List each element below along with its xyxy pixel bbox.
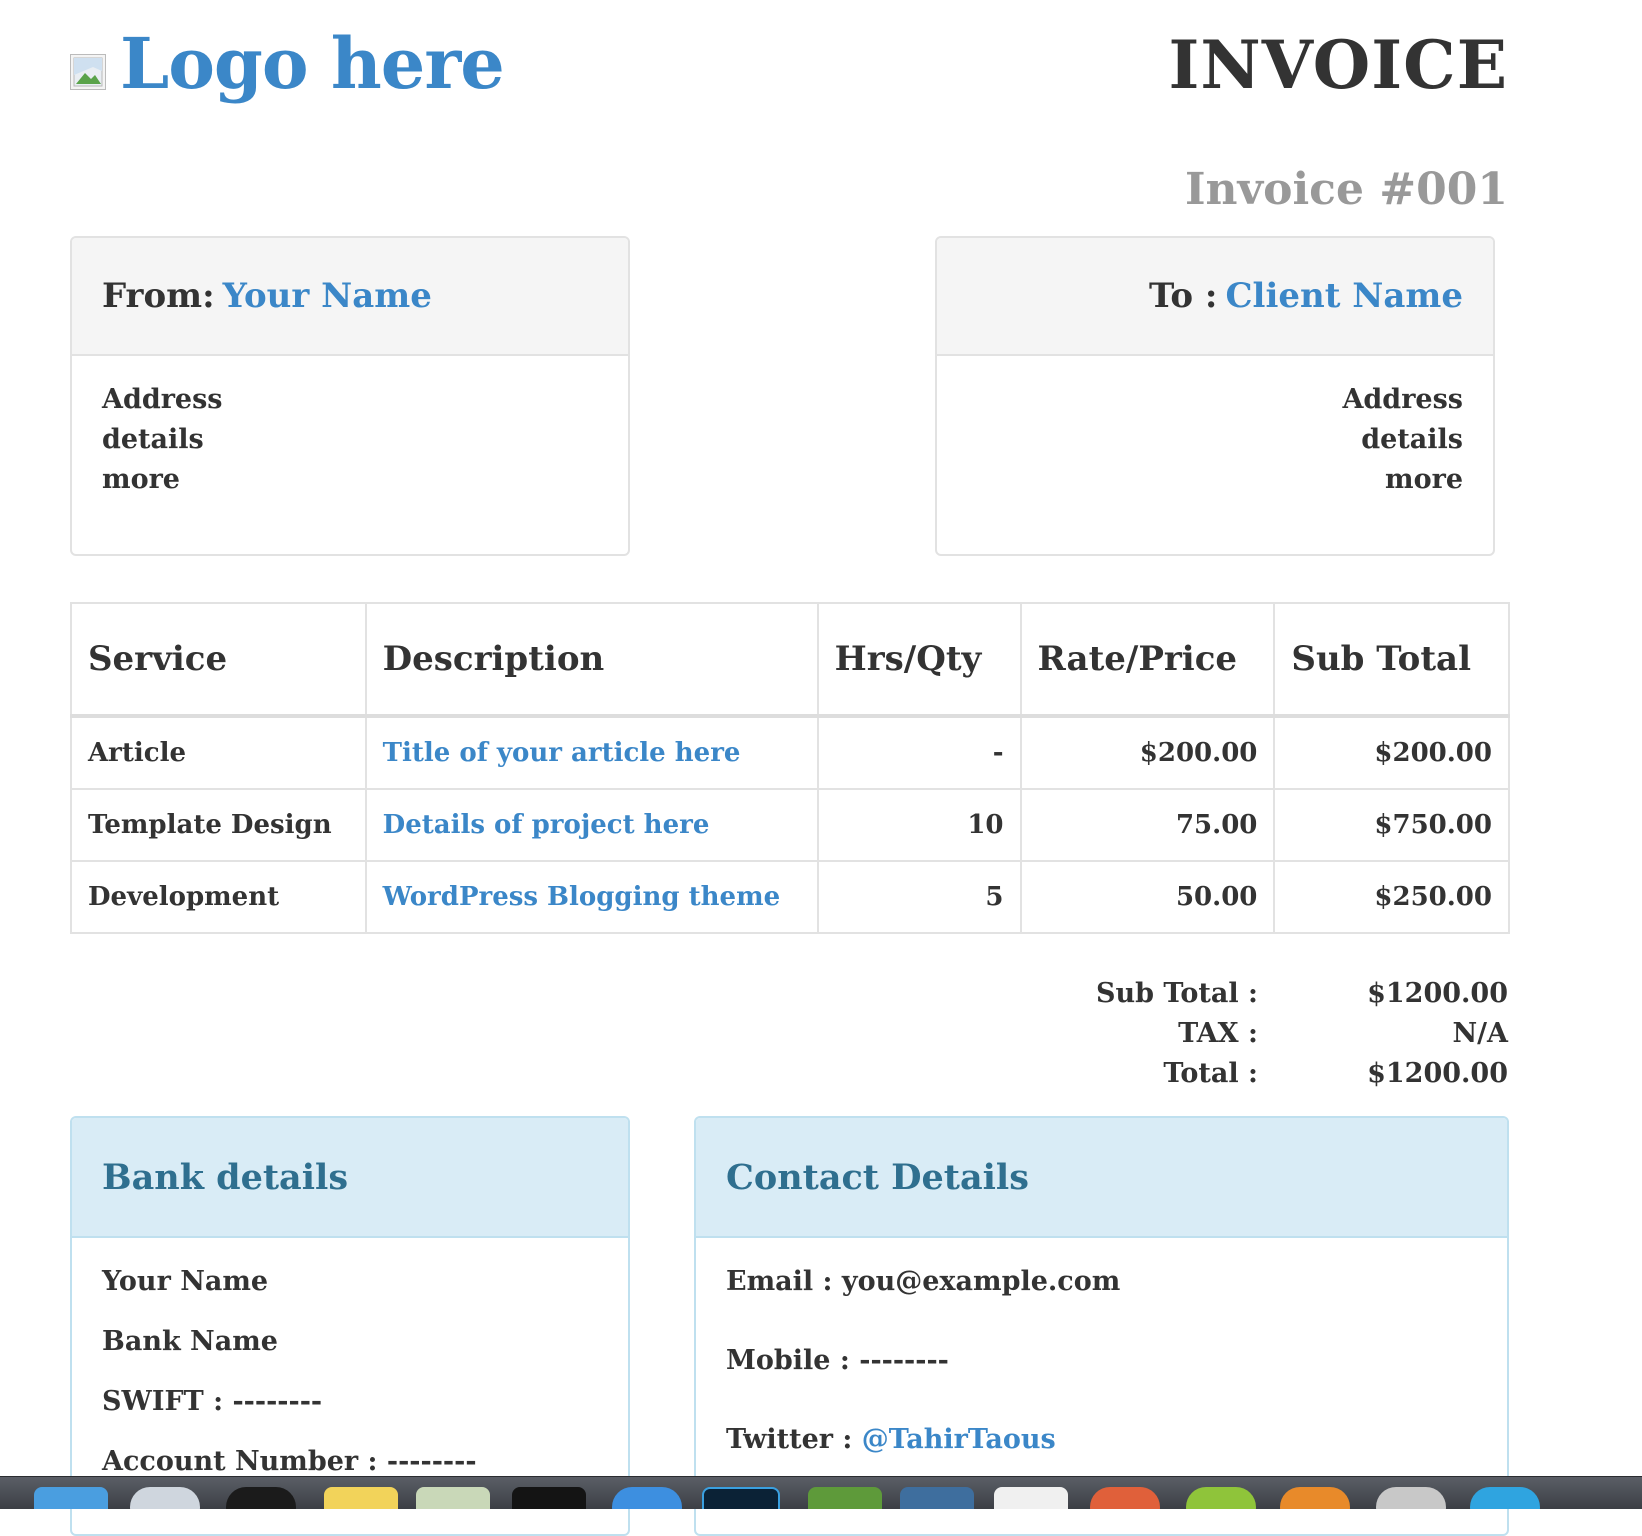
- subtotal-row: Sub Total : $1200.00: [1090, 978, 1508, 1018]
- from-address-line: Address: [102, 384, 223, 415]
- app-icon[interactable]: [900, 1487, 974, 1509]
- contact-mobile: Mobile : --------: [726, 1345, 949, 1376]
- subtotal-cell: $200.00: [1273, 715, 1510, 790]
- from-address-line: more: [102, 464, 180, 495]
- items-table: Service Description Hrs/Qty Rate/Price S…: [70, 602, 1510, 934]
- twitter-link[interactable]: @TahirTaous: [862, 1424, 1056, 1455]
- rate-cell: 75.00: [1019, 788, 1276, 862]
- bank-line: Bank Name: [102, 1326, 278, 1357]
- table-header-row: Service Description Hrs/Qty Rate/Price S…: [70, 602, 1510, 718]
- qty-cell: -: [816, 715, 1022, 790]
- to-name: Client Name: [1225, 276, 1463, 316]
- to-address: Address details more: [937, 356, 1493, 524]
- description-link[interactable]: Title of your article here: [364, 715, 819, 790]
- to-panel-header: To : Client Name: [937, 238, 1493, 356]
- clock-icon[interactable]: [226, 1487, 296, 1509]
- qty-cell: 5: [816, 860, 1022, 934]
- from-address-line: details: [102, 424, 204, 455]
- column-header-rate: Rate/Price: [1019, 602, 1276, 718]
- tax-value: N/A: [1452, 1018, 1509, 1049]
- column-header-qty: Hrs/Qty: [816, 602, 1022, 718]
- contact-email: Email : you@example.com: [726, 1266, 1121, 1297]
- service-cell: Development: [70, 860, 367, 934]
- app-icon[interactable]: [808, 1487, 882, 1509]
- description-link[interactable]: Details of project here: [364, 788, 819, 862]
- to-panel: To : Client Name Address details more: [935, 236, 1495, 556]
- table-row: Article Title of your article here - $20…: [70, 715, 1510, 790]
- totals-block: Sub Total : $1200.00 TAX : N/A Total : $…: [1090, 978, 1508, 1098]
- to-address-line: Address: [1342, 384, 1463, 415]
- description-link[interactable]: WordPress Blogging theme: [364, 860, 819, 934]
- rate-cell: 50.00: [1019, 860, 1276, 934]
- table-row: Development WordPress Blogging theme 5 5…: [70, 860, 1510, 934]
- column-header-subtotal: Sub Total: [1273, 602, 1510, 718]
- app-icon[interactable]: [1186, 1487, 1256, 1509]
- tax-row: TAX : N/A: [1090, 1018, 1508, 1058]
- bank-line: SWIFT : --------: [102, 1386, 323, 1417]
- from-panel: From: Your Name Address details more: [70, 236, 630, 556]
- service-cell: Article: [70, 715, 367, 790]
- table-row: Template Design Details of project here …: [70, 788, 1510, 862]
- from-label: From:: [102, 276, 215, 316]
- app-icon[interactable]: [994, 1487, 1068, 1509]
- total-label: Total :: [1163, 1058, 1258, 1089]
- logo[interactable]: Logo here: [70, 22, 505, 105]
- safari-icon[interactable]: [612, 1487, 682, 1509]
- total-row: Total : $1200.00: [1090, 1058, 1508, 1098]
- qty-cell: 10: [816, 788, 1022, 862]
- to-address-line: more: [1385, 464, 1463, 495]
- tax-label: TAX :: [1178, 1018, 1258, 1049]
- from-panel-header: From: Your Name: [72, 238, 628, 356]
- to-label: To :: [1149, 276, 1218, 316]
- subtotal-cell: $750.00: [1273, 788, 1510, 862]
- firefox-icon[interactable]: [1280, 1487, 1350, 1509]
- to-address-line: details: [1361, 424, 1463, 455]
- rate-cell: $200.00: [1019, 715, 1276, 790]
- app-icon[interactable]: [1376, 1487, 1446, 1509]
- broken-image-icon: [70, 53, 106, 90]
- column-header-service: Service: [70, 602, 367, 718]
- invoice-number: Invoice #001: [1184, 164, 1508, 215]
- column-header-description: Description: [364, 602, 819, 718]
- launchpad-icon[interactable]: [130, 1487, 200, 1509]
- terminal-icon[interactable]: [512, 1487, 586, 1509]
- dock: [0, 1476, 1642, 1509]
- bank-details-title: Bank details: [72, 1118, 628, 1238]
- twitter-label: Twitter :: [726, 1424, 862, 1455]
- total-value: $1200.00: [1367, 1058, 1508, 1089]
- notes-icon[interactable]: [324, 1487, 398, 1509]
- from-address: Address details more: [72, 356, 628, 524]
- subtotal-label: Sub Total :: [1096, 978, 1258, 1009]
- invoice-page: Logo here INVOICE Invoice #001 From: You…: [0, 0, 1642, 1536]
- contact-details-panel: Contact Details Email : you@example.com …: [694, 1116, 1509, 1536]
- maps-icon[interactable]: [416, 1487, 490, 1509]
- contact-details-title: Contact Details: [696, 1118, 1507, 1238]
- finder-icon[interactable]: [34, 1487, 108, 1509]
- from-name: Your Name: [222, 276, 432, 316]
- document-title: INVOICE: [1168, 26, 1508, 104]
- logo-text: Logo here: [120, 22, 505, 105]
- app-icon[interactable]: [1470, 1487, 1540, 1509]
- subtotal-cell: $250.00: [1273, 860, 1510, 934]
- app-icon[interactable]: [1090, 1487, 1160, 1509]
- service-cell: Template Design: [70, 788, 367, 862]
- bank-line: Your Name: [102, 1266, 269, 1297]
- bank-details-panel: Bank details Your Name Bank Name SWIFT :…: [70, 1116, 630, 1536]
- subtotal-value: $1200.00: [1367, 978, 1508, 1009]
- photoshop-icon[interactable]: [702, 1487, 780, 1509]
